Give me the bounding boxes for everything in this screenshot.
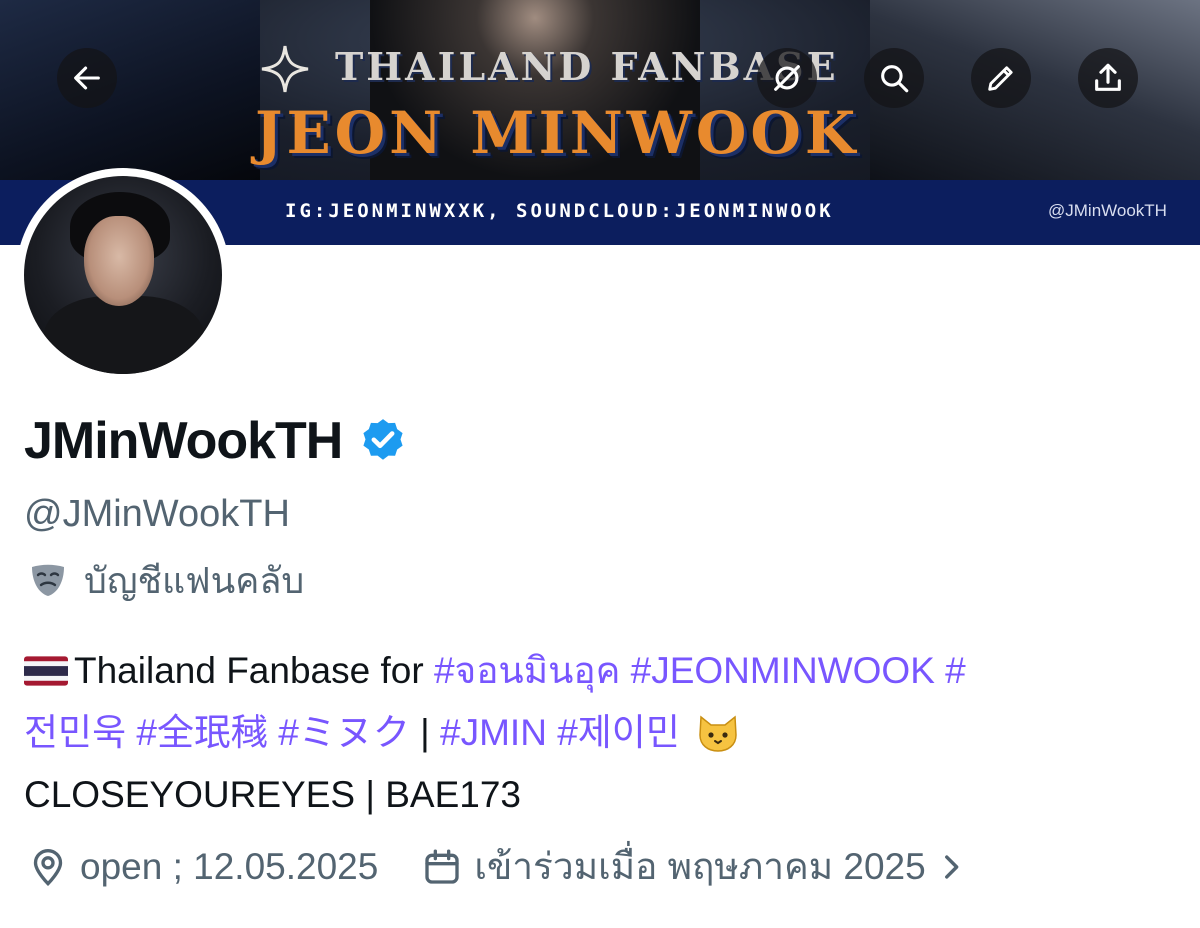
location-text: open ; 12.05.2025: [80, 846, 379, 887]
banner-strip-text: IG:JEONMINWXXK, SOUNDCLOUD:JEONMINWOOK: [285, 200, 834, 222]
avatar-body: [44, 296, 204, 374]
chevron-right-icon[interactable]: [934, 850, 968, 884]
location-icon: [33, 848, 63, 887]
sparkle-icon: [261, 45, 309, 93]
affiliation-label: บัญชีแฟนคลับ: [24, 558, 304, 604]
profile-meta: open ; 12.05.2025 เข้าร่วมเมื่อ พฤษภาคม …: [28, 842, 968, 892]
cat-face-icon: [699, 715, 737, 752]
banner-title-big: JEON MINWOOK: [255, 99, 860, 167]
display-name: JMinWookTH: [24, 412, 343, 470]
back-button[interactable]: [57, 48, 117, 108]
back-arrow-icon: [74, 66, 100, 90]
search-icon: [881, 65, 909, 93]
theater-mask-icon: [32, 564, 64, 596]
grok-button[interactable]: [757, 48, 817, 108]
avatar[interactable]: [16, 168, 230, 382]
calendar-icon: [425, 849, 460, 884]
affiliation-text: บัญชีแฟนคลับ: [84, 560, 305, 601]
search-button[interactable]: [864, 48, 924, 108]
bio-line-3: CLOSEYOUREYES | BAE173: [24, 774, 521, 815]
grok-icon: [774, 65, 800, 91]
hashtag-link[interactable]: #จอนมินอุค #JEONMINWOOK #: [434, 640, 966, 702]
bio: Thailand Fanbase for #จอนมินอุค #JEONMIN…: [24, 640, 1184, 826]
thailand-flag-icon: [24, 656, 68, 686]
bio-line-1: Thailand Fanbase for #จอนมินอุค #JEONMIN…: [24, 640, 1184, 702]
bio-line-2: 전민욱 #全珉稶 #ミヌク | #JMIN #제이민: [24, 702, 1184, 764]
user-handle: @JMinWookTH: [24, 493, 290, 535]
joined-date-text[interactable]: เข้าร่วมเมื่อ พฤษภาคม 2025: [474, 842, 925, 892]
share-icon: [1095, 63, 1121, 91]
banner-background-left: [0, 0, 260, 180]
hashtag-link[interactable]: 전민욱 #全珉稶 #ミヌク: [24, 702, 410, 764]
bio-separator: |: [409, 712, 441, 753]
edit-button[interactable]: [971, 48, 1031, 108]
bio-text: Thailand Fanbase for: [74, 650, 434, 691]
share-button[interactable]: [1078, 48, 1138, 108]
verified-badge-icon[interactable]: [358, 416, 408, 466]
display-name-row: JMinWookTH: [24, 410, 408, 472]
hashtag-link[interactable]: #JMIN #제이민: [440, 702, 680, 764]
avatar-photo: [24, 176, 222, 374]
edit-icon: [988, 66, 1013, 91]
banner-strip-handle: @JMinWookTH: [1048, 201, 1167, 220]
avatar-face: [84, 216, 154, 306]
